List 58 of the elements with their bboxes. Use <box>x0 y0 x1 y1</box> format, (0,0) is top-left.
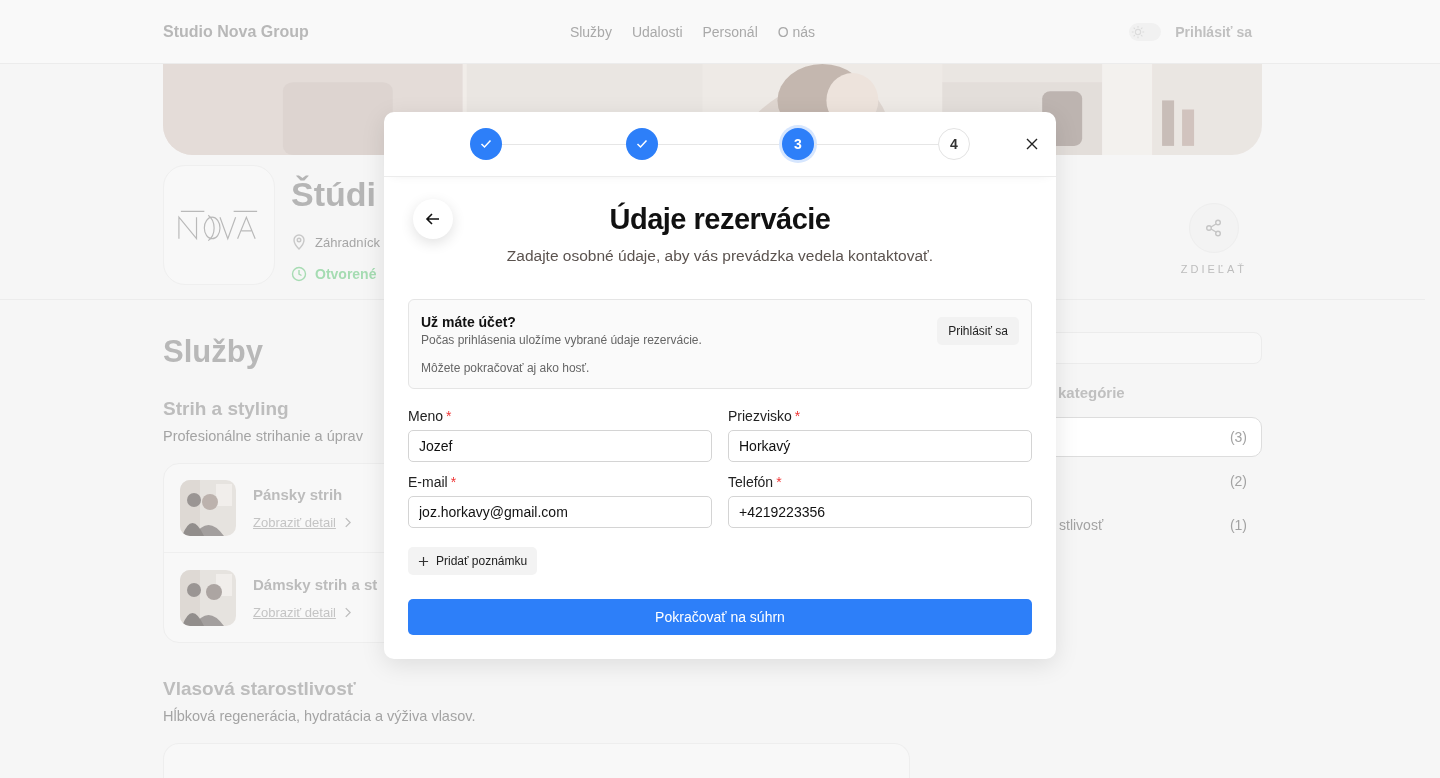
section-title: Služby <box>163 334 263 370</box>
field-label: Telefón <box>728 474 774 490</box>
input-field[interactable]: Horkavý <box>728 430 1032 462</box>
brand-name[interactable]: Studio Nova Group <box>163 22 503 41</box>
service-name: Pánsky strih <box>253 486 344 503</box>
theme-toggle[interactable] <box>1129 22 1162 41</box>
login-button[interactable]: Prihlásiť sa <box>937 317 1019 345</box>
input-field[interactable]: +4219223356 <box>728 496 1032 528</box>
service-name: Dámsky strih a st <box>253 575 378 593</box>
category-description: Hĺbková regenerácia, hydratácia a výživa vlasov. <box>163 708 476 724</box>
step-indicator: 3 <box>782 128 814 160</box>
share-icon <box>1203 218 1224 238</box>
location-pin-icon <box>291 234 307 250</box>
account-title: Už máte účet? <box>421 314 517 330</box>
close-button[interactable] <box>1024 136 1040 152</box>
close-icon <box>1026 138 1038 150</box>
category-count: (3) <box>1229 429 1247 445</box>
nav-link[interactable]: O nás <box>777 23 816 40</box>
category-title: Vlasová starostlivosť <box>163 678 356 700</box>
required-mark: * <box>794 408 801 424</box>
chevron-right-icon <box>343 517 351 528</box>
continue-button[interactable]: Pokračovať na súhrn <box>408 599 1032 635</box>
nav-link[interactable]: Personál <box>702 23 758 40</box>
plus-icon <box>418 555 429 567</box>
category-count: (1) <box>1229 517 1247 533</box>
checkmark-icon <box>636 139 648 149</box>
business-name: Štúdi <box>291 175 377 214</box>
clock-icon <box>291 266 307 282</box>
required-mark: * <box>450 474 457 490</box>
required-mark: * <box>776 474 782 490</box>
add-note-button[interactable]: Pridať poznámku <box>408 547 538 575</box>
category-description: Profesionálne strihanie a úprav <box>163 428 363 444</box>
field-label: Priezvisko <box>728 408 792 424</box>
guest-note: Môžete pokračovať aj ako hosť. <box>421 361 591 375</box>
chevron-right-icon <box>343 606 351 618</box>
login-link[interactable]: Prihlásiť sa <box>1175 23 1252 40</box>
open-status: Otvorené <box>315 266 377 282</box>
address-text: Záhradníck <box>315 234 381 250</box>
back-arrow-icon <box>425 211 441 227</box>
input-field[interactable]: joz.horkavy@gmail.com <box>408 496 712 528</box>
category-count: (2) <box>1229 473 1247 489</box>
share-label: ZDIEĽAŤ <box>1180 263 1247 275</box>
nav-link[interactable]: Udalosti <box>631 23 683 40</box>
field-label: Meno <box>408 408 444 424</box>
dialog-title: Údaje rezervácie <box>608 202 832 236</box>
nav-link[interactable]: Služby <box>569 23 612 40</box>
dialog-subtitle: Zadajte osobné údaje, aby vás prevádzka vedela kontaktovať. <box>505 247 935 265</box>
field-label: E-mail <box>408 474 448 490</box>
sun-icon <box>1131 24 1146 39</box>
back-button[interactable] <box>413 199 453 239</box>
account-text: Počas prihlásenia uložíme vybrané údaje rezervácie. <box>421 333 702 347</box>
share-button[interactable] <box>1188 203 1239 253</box>
required-mark: * <box>446 408 452 424</box>
step-indicator: 4 <box>938 128 970 160</box>
category-title: Strih a styling <box>163 398 289 420</box>
input-field[interactable]: Jozef <box>408 430 712 462</box>
checkmark-icon <box>480 139 492 149</box>
category-label: stlivosť <box>1059 517 1104 533</box>
